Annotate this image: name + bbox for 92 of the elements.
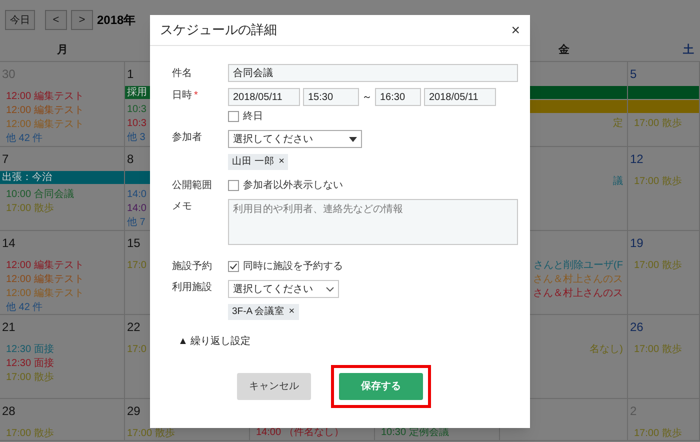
checkbox[interactable] — [228, 111, 239, 122]
more-link[interactable]: 他 3 — [127, 131, 146, 145]
event-entry[interactable]: 17:0 — [127, 343, 146, 357]
event-entry[interactable]: 17:00 散歩 — [6, 371, 54, 385]
field-label: 参加者 — [172, 130, 202, 145]
weekday-header: 土 — [683, 42, 694, 58]
checkbox[interactable] — [228, 180, 239, 191]
day-number: 19 — [629, 235, 644, 251]
event-entry[interactable]: 14:0 — [127, 188, 146, 202]
chip-label: 山田 一郎 — [232, 155, 275, 169]
weekday-header: 月 — [57, 43, 68, 58]
event-entry[interactable]: 定 — [613, 117, 623, 131]
event-entry[interactable]: 10:00 合同会議 — [6, 188, 74, 202]
day-number: 26 — [629, 319, 644, 335]
range-separator: ～ — [362, 90, 372, 104]
day-number: 15 — [126, 235, 142, 251]
checkbox[interactable] — [228, 261, 239, 272]
weekday-header: 金 — [558, 42, 570, 58]
event-entry[interactable]: 12:00 編集テスト — [6, 273, 84, 287]
event-entry[interactable]: さん＆村上さんのス — [533, 273, 623, 287]
day-number: 12 — [629, 151, 644, 167]
required-mark: * — [194, 89, 198, 103]
repeat-settings-toggle[interactable]: ▲ 繰り返し設定 — [178, 334, 251, 349]
select-value: 選択してください — [233, 282, 313, 296]
month-title: 2018年 — [97, 12, 136, 29]
dialog-title: スケジュールの詳細 — [160, 21, 277, 40]
event-entry[interactable]: 17:00 散歩 — [6, 427, 54, 440]
next-button[interactable]: > — [71, 10, 93, 30]
event-entry[interactable]: 17:00 散歩 — [634, 175, 682, 189]
day-number: 21 — [1, 319, 16, 335]
event-entry[interactable]: 17:00 散歩 — [634, 343, 682, 357]
field-label: メモ — [172, 200, 192, 214]
remove-button[interactable]: × — [288, 307, 295, 318]
start-time-field[interactable]: 15:30 — [303, 88, 359, 106]
field-label: 件名 — [172, 66, 192, 80]
day-number: 8 — [126, 151, 135, 167]
check-icon — [229, 262, 238, 271]
end-time-field[interactable]: 16:30 — [375, 88, 421, 106]
close-button[interactable]: × — [511, 22, 520, 38]
event-entry[interactable]: 17:00 散歩 — [634, 427, 682, 440]
previous-button[interactable]: < — [45, 10, 67, 30]
checkbox-label: 参加者以外表示しない — [243, 178, 343, 193]
event-entry[interactable]: 12:30 面接 — [6, 357, 54, 371]
cancel-button[interactable]: キャンセル — [237, 373, 311, 400]
chip-label: 3F-A 会議室 — [232, 305, 285, 319]
event-entry[interactable]: さん＆村上さんのス — [533, 287, 623, 301]
chevron-down-icon — [326, 286, 334, 292]
event-entry[interactable]: 12:30 面接 — [6, 343, 54, 357]
more-link[interactable]: 他 42 件 — [6, 301, 43, 314]
day-number: 28 — [1, 403, 16, 419]
event-entry[interactable]: 議 — [613, 175, 623, 189]
day-number: 7 — [1, 151, 10, 167]
memo-field[interactable]: 利用目的や利用者、連絡先などの情報 — [228, 199, 518, 245]
event-entry[interactable]: 17:00 散歩 — [127, 427, 175, 440]
event-entry[interactable]: 12:00 編集テスト — [6, 287, 84, 301]
event-entry[interactable]: 10:3 — [127, 117, 146, 131]
field-label: 公開範囲 — [172, 179, 212, 193]
event-entry[interactable]: 17:00 散歩 — [634, 117, 682, 131]
end-date-field[interactable]: 2018/05/11 — [424, 88, 496, 106]
event-entry[interactable]: さんと削除ユーザ(F — [534, 259, 623, 273]
day-number: 5 — [629, 66, 638, 82]
event-entry[interactable]: 名なし) — [590, 343, 623, 357]
field-label: 利用施設 — [172, 280, 212, 295]
event-entry[interactable]: 17:00 散歩 — [634, 259, 682, 273]
more-link[interactable]: 他 7 — [127, 216, 146, 230]
event-entry[interactable]: 17:00 散歩 — [6, 202, 54, 216]
checkbox-label: 終日 — [243, 110, 263, 124]
participant-select[interactable]: 選択してください — [228, 130, 362, 148]
remove-button[interactable]: × — [278, 157, 284, 168]
event-entry[interactable]: 12:00 編集テスト — [6, 259, 84, 273]
start-date-field[interactable]: 2018/05/11 — [228, 88, 300, 106]
field-label: 日時 — [172, 88, 192, 103]
day-number: 22 — [126, 319, 142, 335]
event-entry[interactable]: 14:0 — [127, 202, 146, 216]
event-bar[interactable]: 出張：今治 — [0, 171, 124, 184]
event-entry[interactable]: 10:3 — [127, 103, 146, 117]
save-button[interactable]: 保存する — [339, 373, 423, 400]
subject-field[interactable]: 合同会議 — [228, 64, 518, 82]
day-number: 14 — [1, 235, 16, 251]
day-number: 29 — [126, 403, 142, 419]
day-number: 1 — [126, 66, 135, 82]
checkbox-label: 同時に施設を予約する — [243, 260, 343, 274]
event-entry[interactable]: 12:00 編集テスト — [6, 104, 84, 118]
event-entry[interactable]: 17:0 — [127, 259, 146, 273]
more-link[interactable]: 他 42 件 — [6, 132, 43, 146]
caret-icon — [349, 136, 357, 142]
facility-select[interactable]: 選択してください — [228, 280, 339, 298]
select-value: 選択してください — [233, 132, 313, 146]
field-label: 施設予約 — [172, 260, 212, 274]
event-entry[interactable]: 12:00 編集テスト — [6, 90, 84, 104]
event-entry[interactable]: 12:00 編集テスト — [6, 118, 84, 132]
today-button[interactable]: 今日 — [5, 10, 35, 30]
